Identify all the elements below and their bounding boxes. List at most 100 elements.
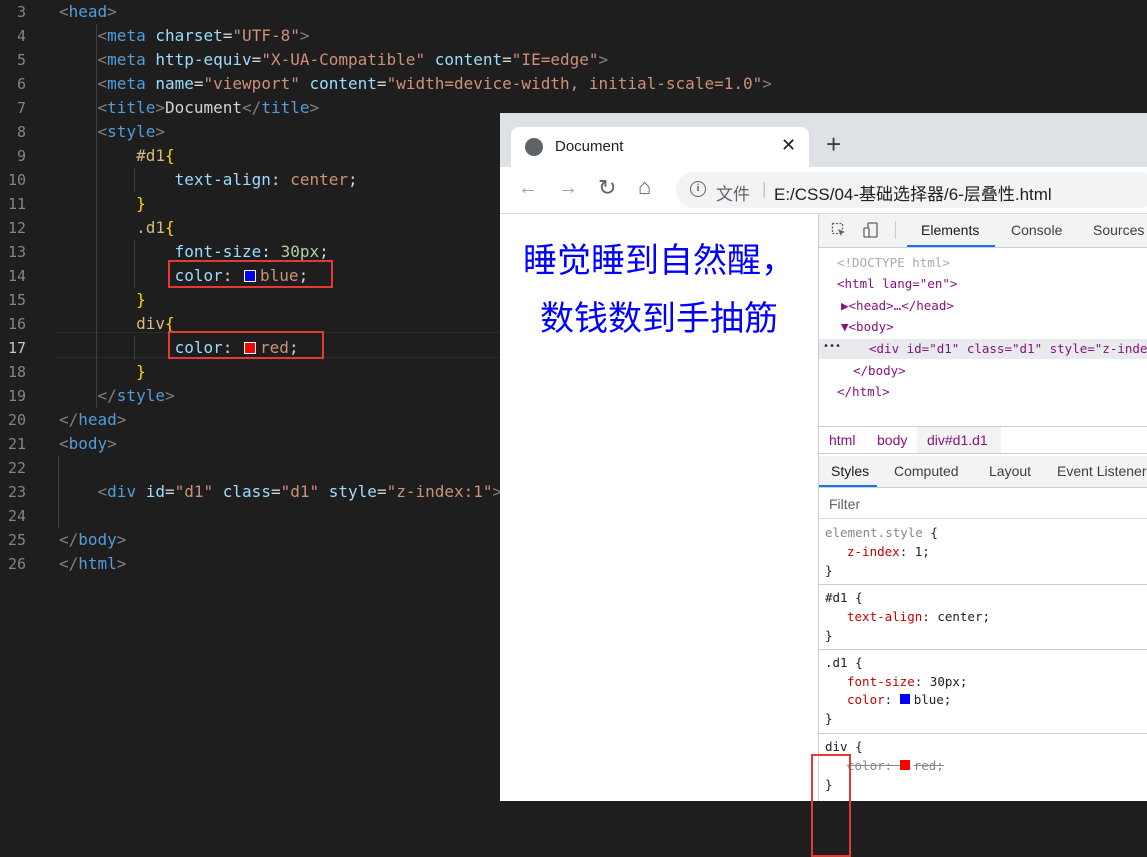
code-text: text-align: center; xyxy=(174,170,358,189)
line-number: 21 xyxy=(7,435,26,453)
line-number: 25 xyxy=(7,531,26,549)
globe-icon xyxy=(525,138,543,156)
tab-styles[interactable]: Styles xyxy=(831,463,869,479)
line-number: 15 xyxy=(7,291,26,309)
rule-declaration[interactable]: text-align: center; xyxy=(847,609,990,624)
line-number: 19 xyxy=(7,387,26,405)
line-number: 8 xyxy=(16,123,26,141)
address-bar[interactable]: i 文件 | E:/CSS/04-基础选择器/6-层叠性.html xyxy=(676,172,1147,208)
code-text: <div id="d1" class="d1" style="z-index:1… xyxy=(97,482,503,501)
dom-head[interactable]: ▶<head>…</head> xyxy=(841,298,954,313)
code-text: <meta name="viewport" content="width=dev… xyxy=(97,74,772,93)
dom-body-close[interactable]: </body> xyxy=(853,363,906,378)
code-text: </html> xyxy=(59,554,127,573)
dom-html-close[interactable]: </html> xyxy=(837,384,890,399)
line-number: 9 xyxy=(16,147,26,165)
code-text: } xyxy=(136,194,146,213)
code-text: </head> xyxy=(59,410,127,429)
line-number: 26 xyxy=(7,555,26,573)
line-number: 13 xyxy=(7,243,26,261)
tab-strip: Document ✕ + xyxy=(500,113,1147,167)
info-icon[interactable]: i xyxy=(690,181,706,197)
rule-declaration-overridden[interactable]: color: red; xyxy=(847,758,944,773)
style-rule: element.style { z-index: 1; } xyxy=(819,520,1147,585)
code-text: <style> xyxy=(97,122,165,141)
rule-selector[interactable]: div { xyxy=(825,739,863,754)
toolbar-divider xyxy=(895,221,896,239)
line-number: 22 xyxy=(7,459,26,477)
style-rule: .d1 { font-size: 30px; color: blue; } xyxy=(819,650,1147,734)
tab-console[interactable]: Console xyxy=(1011,222,1062,238)
code-text: </style> xyxy=(97,386,175,405)
breadcrumb: html body div#d1.d1 xyxy=(819,426,1147,454)
dom-doctype[interactable]: <!DOCTYPE html> xyxy=(837,255,950,270)
browser-toolbar: ← → ↻ ⌂ i 文件 | E:/CSS/04-基础选择器/6-层叠性.htm… xyxy=(500,167,1147,214)
tab-layout[interactable]: Layout xyxy=(989,463,1031,479)
rule-declaration[interactable]: color: blue; xyxy=(847,692,951,707)
code-text: <head> xyxy=(59,2,117,21)
rule-declaration[interactable]: font-size: 30px; xyxy=(847,674,967,689)
rule-selector[interactable]: .d1 { xyxy=(825,655,863,670)
browser-tab[interactable]: Document ✕ xyxy=(511,127,809,167)
color-swatch-icon[interactable] xyxy=(899,760,910,770)
dom-html[interactable]: <html lang="en"> xyxy=(837,276,957,291)
rule-declaration[interactable]: z-index: 1; xyxy=(847,544,930,559)
devtools-tabbar: Elements Console Sources xyxy=(819,214,1147,248)
reload-icon[interactable]: ↻ xyxy=(598,175,616,201)
forward-icon[interactable]: → xyxy=(558,177,578,200)
inspect-element-icon[interactable] xyxy=(831,222,847,238)
styles-filter-input[interactable]: Filter xyxy=(819,490,1147,519)
line-number: 7 xyxy=(16,99,26,117)
devtools-panel: Elements Console Sources <!DOCTYPE html>… xyxy=(811,214,1147,857)
rule-close: } xyxy=(825,628,833,643)
active-styles-tab-indicator xyxy=(819,485,877,487)
style-rule: #d1 { text-align: center; } xyxy=(819,585,1147,650)
rule-close: } xyxy=(825,711,833,726)
security-label[interactable]: 文件 xyxy=(716,180,750,205)
close-tab-icon[interactable]: ✕ xyxy=(781,135,796,156)
tab-sources[interactable]: Sources xyxy=(1093,222,1144,238)
rule-selector[interactable]: #d1 { xyxy=(825,590,863,605)
line-number: 12 xyxy=(7,219,26,237)
line-number: 23 xyxy=(7,483,26,501)
code-text: </body> xyxy=(59,530,127,549)
color-swatch-icon[interactable] xyxy=(899,694,910,704)
address-divider: | xyxy=(762,179,767,198)
code-text: } xyxy=(136,290,146,309)
line-number: 10 xyxy=(7,171,26,189)
active-tab-indicator xyxy=(907,245,995,247)
code-text: <body> xyxy=(59,434,117,453)
highlight-box-selectors xyxy=(811,754,851,857)
line-number: 14 xyxy=(7,267,26,285)
tab-elements[interactable]: Elements xyxy=(921,222,979,238)
filter-placeholder: Filter xyxy=(829,496,861,512)
line-number: 18 xyxy=(7,363,26,381)
dom-body[interactable]: ▼<body> xyxy=(841,319,894,334)
tab-computed[interactable]: Computed xyxy=(894,463,959,479)
rule-selector[interactable]: element.style { xyxy=(825,525,938,540)
breadcrumb-html[interactable]: html xyxy=(829,432,855,448)
tab-event-listeners[interactable]: Event Listeners xyxy=(1057,463,1147,479)
highlight-box-red-rule xyxy=(168,331,324,359)
device-toolbar-icon[interactable] xyxy=(863,222,879,238)
url-text[interactable]: E:/CSS/04-基础选择器/6-层叠性.html xyxy=(774,180,1052,205)
line-number: 11 xyxy=(7,195,26,213)
home-icon[interactable]: ⌂ xyxy=(638,174,651,200)
dom-div-selected[interactable]: <div id="d1" class="d1" style="z-index:1… xyxy=(869,341,1147,356)
back-icon[interactable]: ← xyxy=(518,177,538,200)
line-number: 24 xyxy=(7,507,26,525)
breadcrumb-body[interactable]: body xyxy=(877,432,907,448)
dom-ellipsis-icon[interactable]: ••• xyxy=(823,341,841,352)
page-viewport: 睡觉睡到自然醒，数钱数到手抽筋 xyxy=(500,214,818,801)
browser-window: Document ✕ + ← → ↻ ⌂ i 文件 | E:/CSS/04-基础… xyxy=(500,113,1147,857)
code-text: } xyxy=(136,362,146,381)
new-tab-button[interactable]: + xyxy=(826,131,841,157)
line-number: 5 xyxy=(16,51,26,69)
line-number: 4 xyxy=(16,27,26,45)
code-text: <title>Document</title> xyxy=(97,98,320,117)
line-number: 3 xyxy=(16,3,26,21)
line-number: 20 xyxy=(7,411,26,429)
rule-close: } xyxy=(825,563,833,578)
code-text: #d1{ xyxy=(136,146,175,165)
breadcrumb-div[interactable]: div#d1.d1 xyxy=(927,432,988,448)
